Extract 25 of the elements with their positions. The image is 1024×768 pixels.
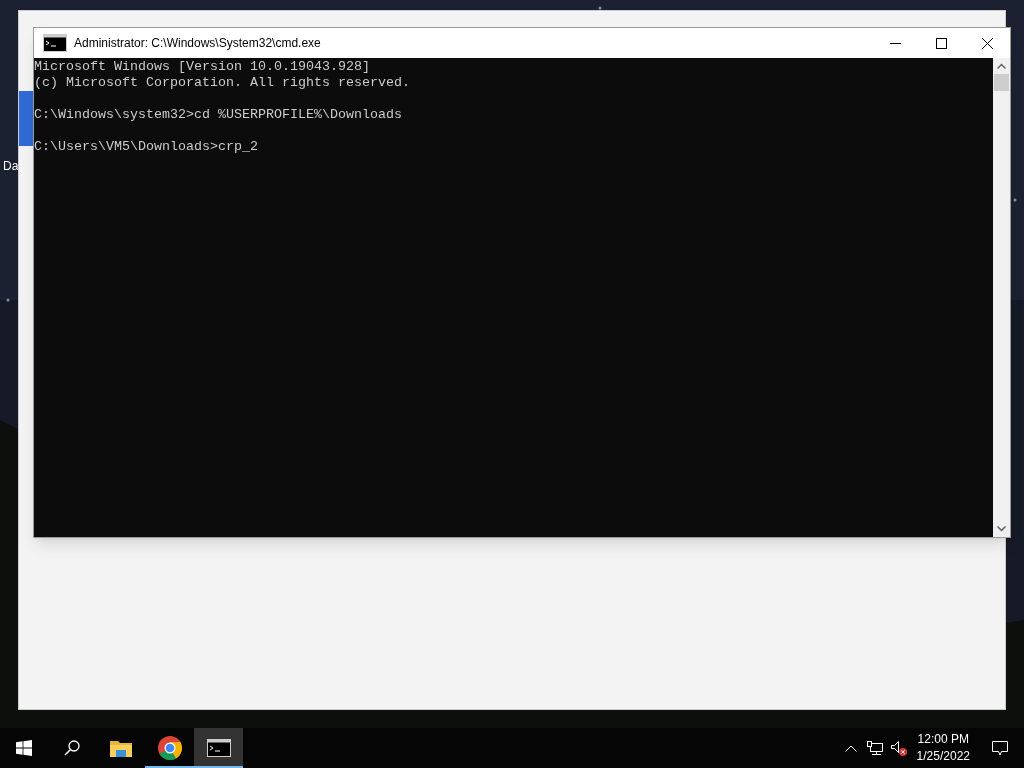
console-line: C:\Users\VM5\Downloads>crp_2 [34,139,258,155]
terminal-icon [43,34,67,52]
terminal-icon [206,739,231,757]
search-icon [64,740,80,756]
console-line: C:\Windows\system32>cd %USERPROFILE%\Downloads [34,107,402,123]
desktop-icon-label[interactable]: Da [3,157,19,175]
window-title: Administrator: C:\Windows\System32\cmd.exe [74,35,321,52]
chrome-icon [157,736,182,760]
scroll-thumb[interactable] [994,74,1009,91]
network-icon[interactable] [866,741,883,755]
chevron-up-icon[interactable] [844,744,857,752]
taskbar-app-button[interactable] [194,728,243,768]
muted-speaker-icon[interactable] [890,740,907,756]
console-line: (c) Microsoft Corporation. All rights reserved. [34,75,410,91]
console-area[interactable]: Microsoft Windows [Version 10.0.19043.928] (c) Microsoft Corporation. All rights reserved. C:\Windows\system32>cd %USERPROFILE%\Downloads C:\Users\VM5\Downloads>crp_2 [34,58,993,537]
folder-icon [109,739,132,757]
minimize-icon [889,42,901,44]
scroll-bar[interactable] [993,58,1010,537]
scroll-up-icon[interactable] [997,63,1006,69]
windows-icon [16,740,32,756]
notification-icon [992,740,1008,756]
console-line: Microsoft Windows [Version 10.0.19043.928] [34,59,370,75]
close-icon [981,37,993,49]
scroll-down-icon[interactable] [997,526,1006,532]
clock-button[interactable]: 12:00 PM 1/25/2022 [916,731,970,765]
